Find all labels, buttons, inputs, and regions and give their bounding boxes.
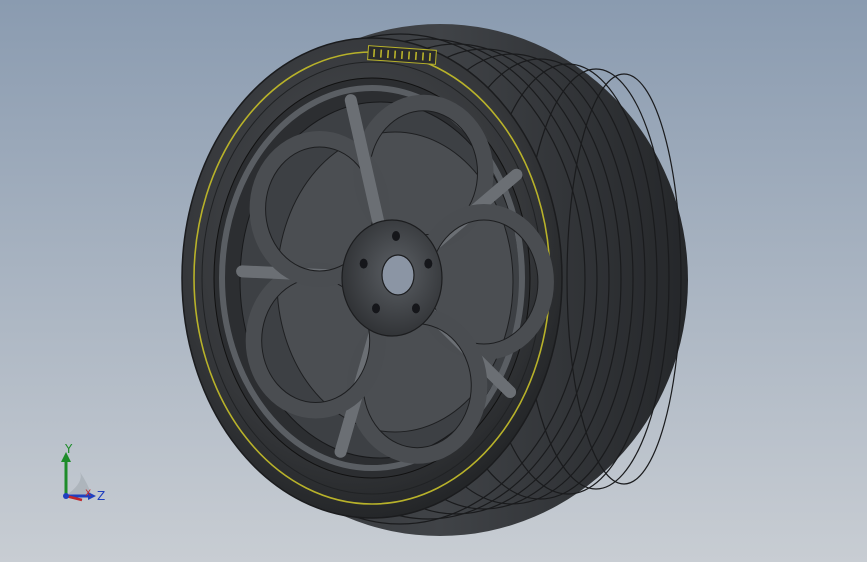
lug-hole — [359, 258, 368, 269]
z-axis-label: Z — [97, 489, 106, 503]
center-bore — [381, 254, 415, 296]
lug-hole — [372, 303, 381, 314]
wheel-hub — [341, 219, 443, 337]
lug-hole — [424, 258, 433, 269]
lug-hole — [411, 303, 420, 314]
lug-hole — [392, 231, 400, 241]
wheel-model[interactable] — [0, 0, 867, 562]
axis-triad: Y X Z — [44, 438, 124, 518]
graphics-viewport[interactable]: Y X Z — [0, 0, 867, 562]
x-axis-label: X — [85, 489, 92, 499]
triad-graphic — [61, 452, 96, 502]
y-axis-label: Y — [65, 442, 73, 456]
